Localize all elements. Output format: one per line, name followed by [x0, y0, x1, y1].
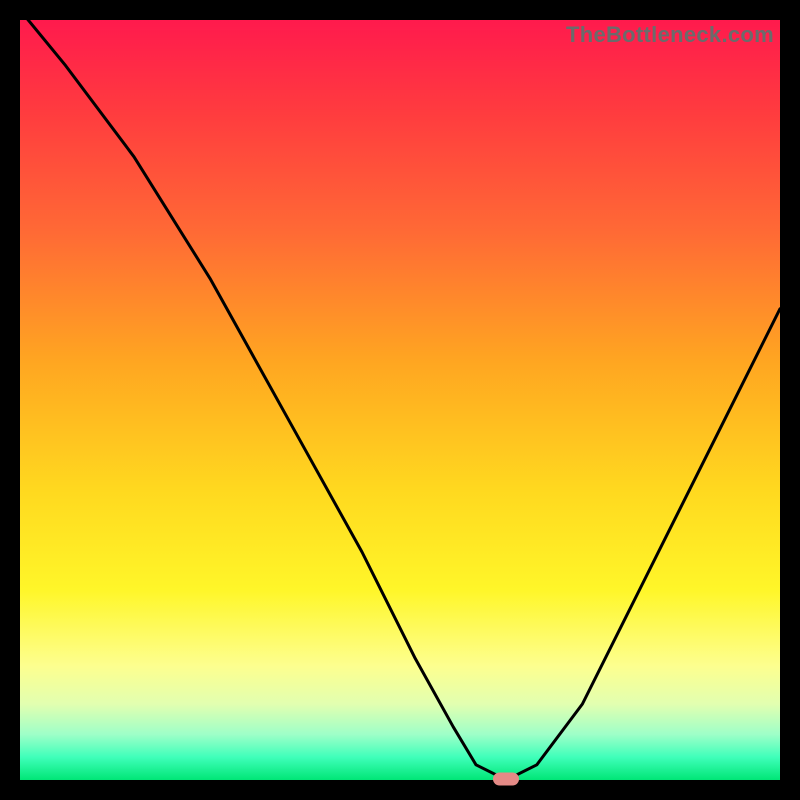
bottleneck-curve: [20, 20, 780, 780]
chart-container: TheBottleneck.com: [0, 0, 800, 800]
curve-path: [20, 20, 780, 780]
optimal-point-marker: [493, 773, 519, 786]
plot-area: TheBottleneck.com: [20, 20, 780, 780]
